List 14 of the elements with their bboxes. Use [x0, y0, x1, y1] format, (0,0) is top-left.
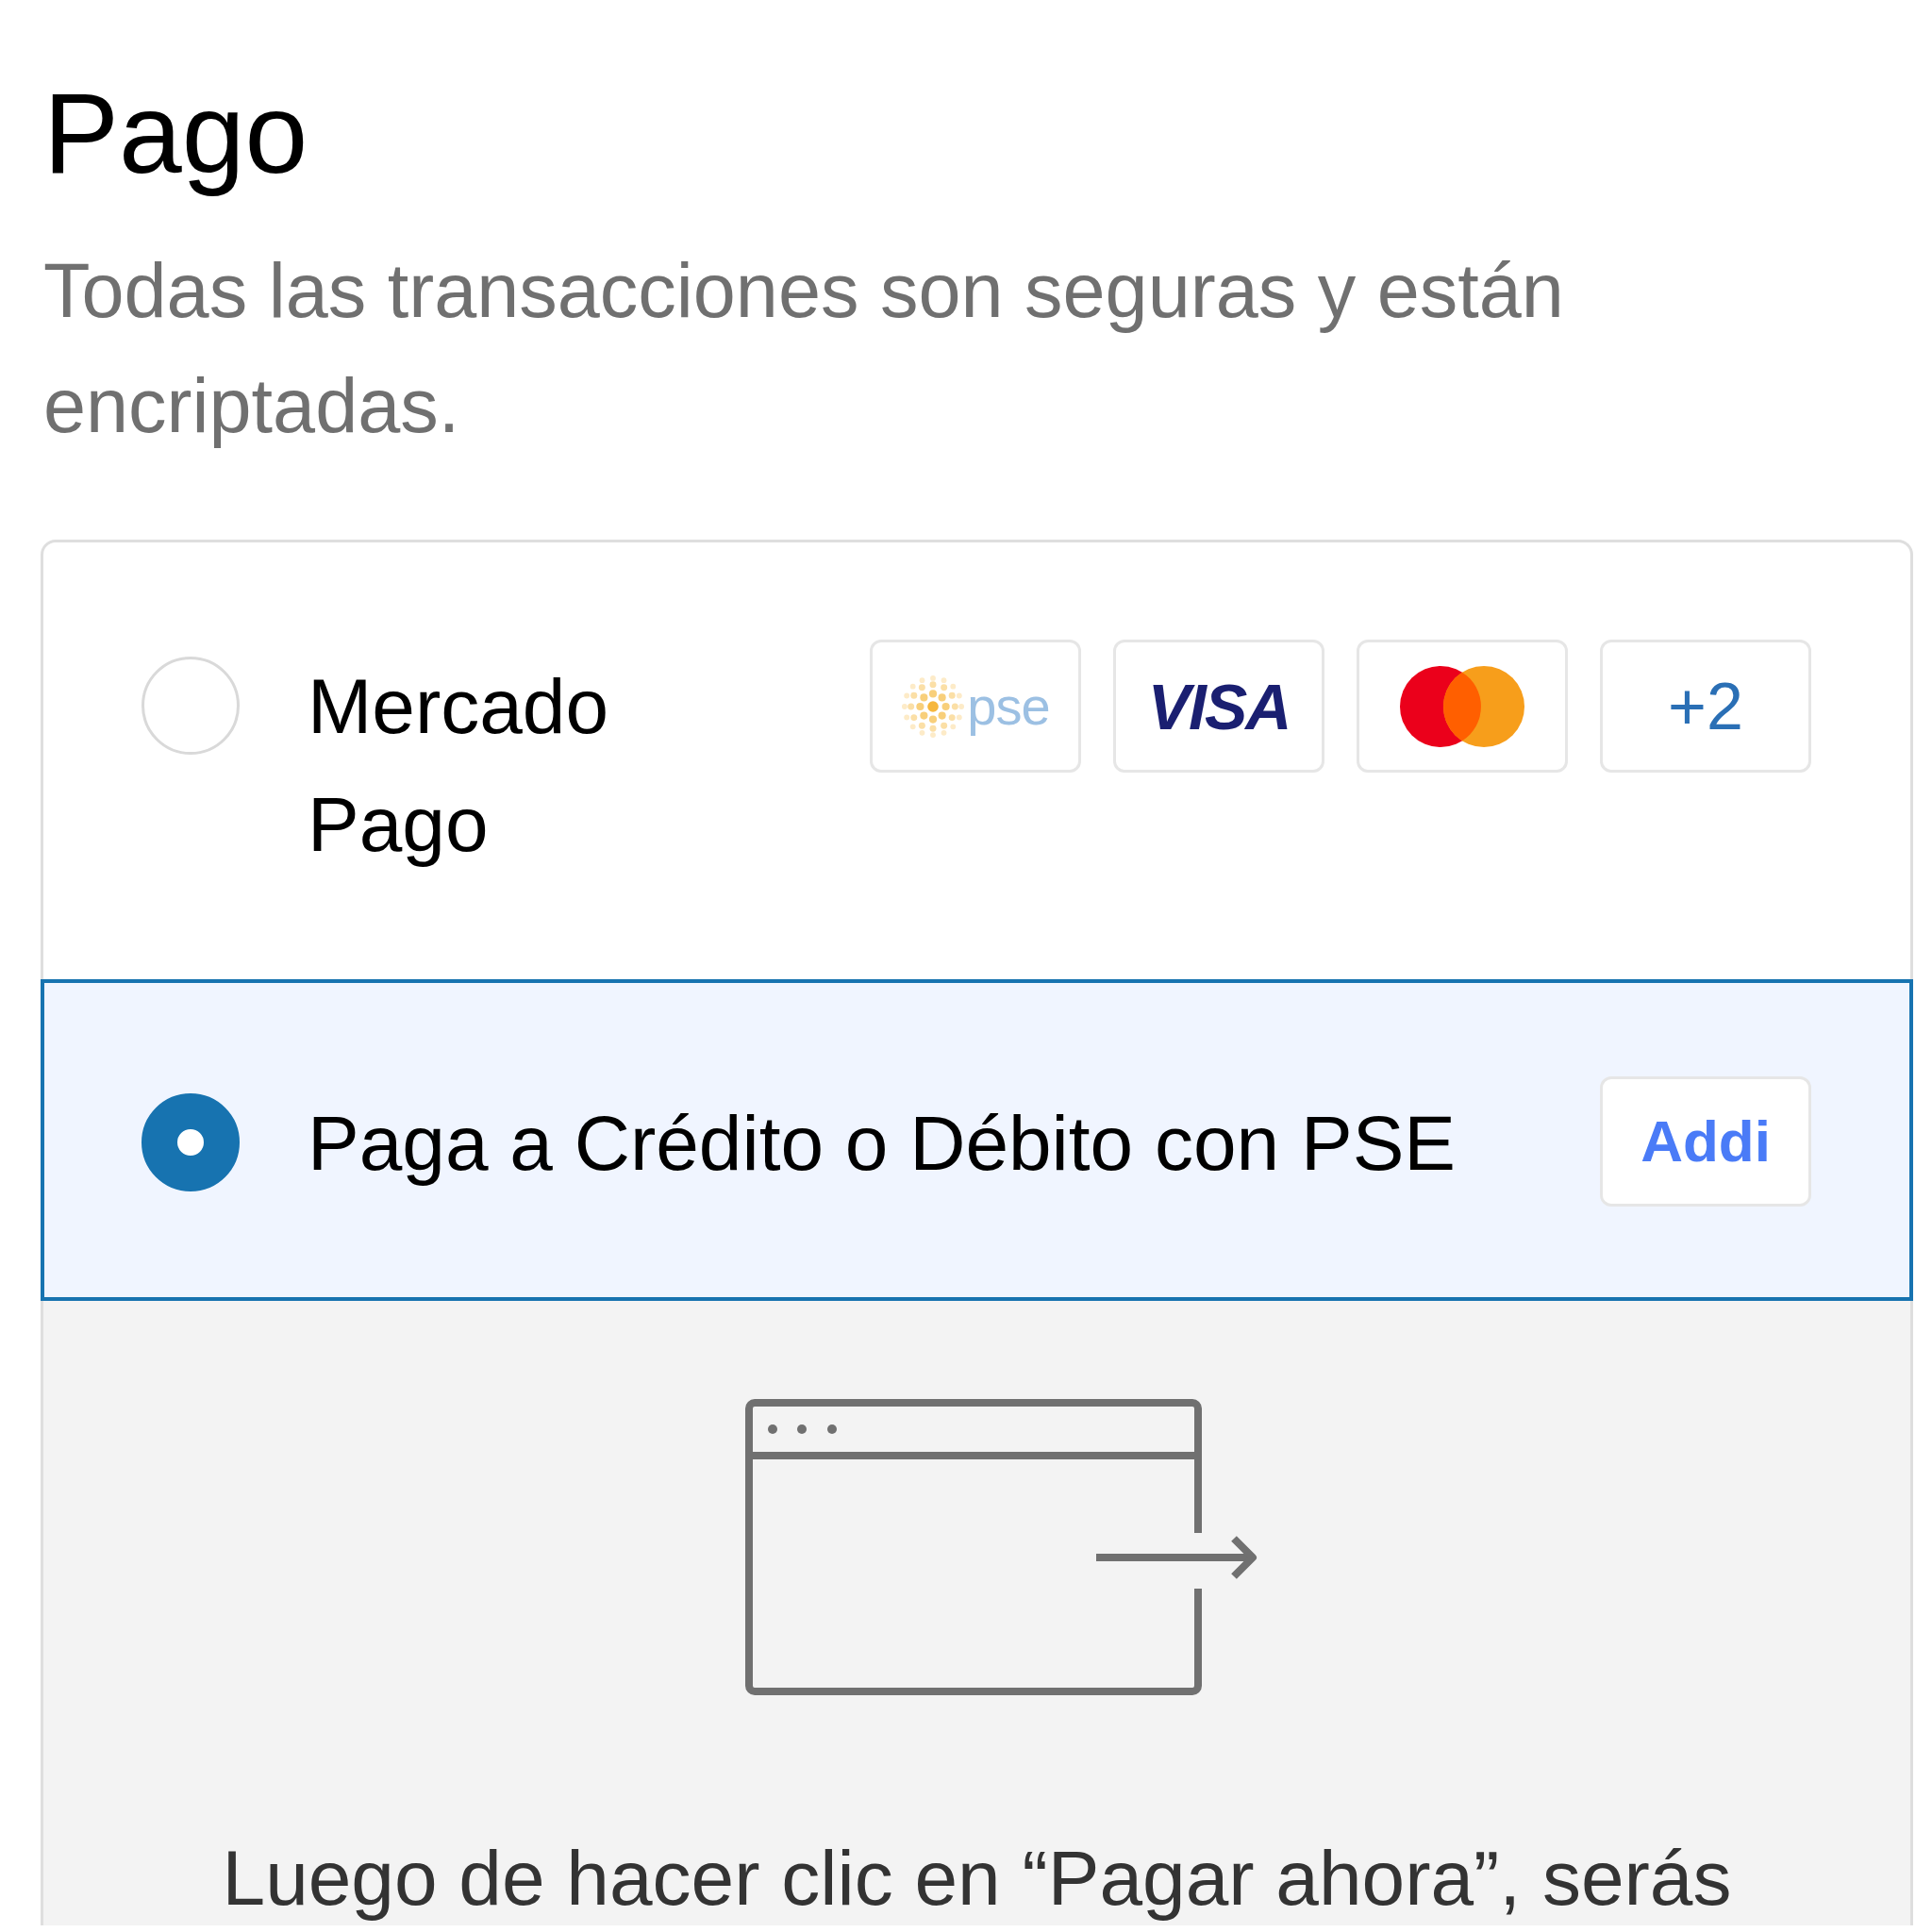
- logo-text: Addi: [1641, 1108, 1771, 1175]
- browser-window-arrow-icon: [745, 1399, 1259, 1695]
- payment-option[interactable]: Mercado Pago pse VISA +2: [41, 540, 1913, 979]
- overlapping-circles-icon: [1400, 665, 1524, 747]
- logo-text: pse: [967, 675, 1050, 738]
- section-title: Pago: [43, 69, 308, 198]
- redirect-text: Luego de hacer clic en “Pagar ahora”, serás: [221, 1834, 1733, 1923]
- payment-method-label: Paga a Crédito o Débito con PSE: [308, 1099, 1457, 1188]
- more-count: +2: [1668, 668, 1743, 745]
- logo-text: VISA: [1147, 669, 1291, 744]
- payment-method-label: Mercado Pago: [308, 662, 610, 869]
- payment-option[interactable]: Paga a Crédito o Débito con PSE Addi: [41, 979, 1913, 1301]
- security-notice: Todas las transacciones son seguras y están encriptadas.: [43, 247, 1565, 450]
- sunburst-icon: [901, 674, 966, 739]
